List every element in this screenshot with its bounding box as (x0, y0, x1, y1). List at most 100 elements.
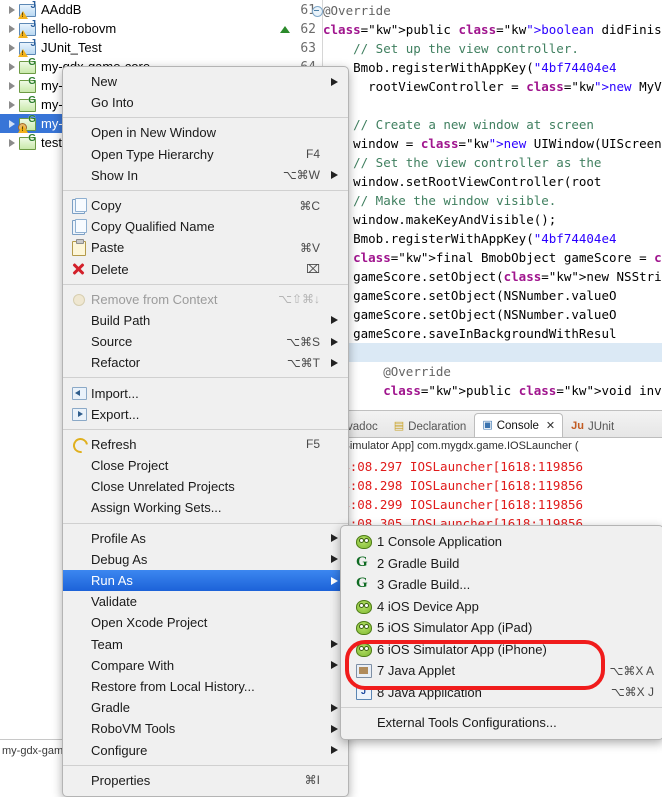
menu-item-label: Export... (91, 406, 140, 422)
expand-arrow-icon[interactable] (6, 76, 18, 95)
menu-item-configure[interactable]: Configure (63, 739, 348, 760)
menu-item-label: Refactor (91, 355, 141, 371)
expand-arrow-icon[interactable] (6, 133, 18, 152)
menu-item-label: New (91, 74, 118, 90)
menu-item-new[interactable]: New (63, 71, 348, 92)
tree-item-2[interactable]: J JUnit_Test (0, 38, 300, 57)
submenu-arrow-icon (329, 534, 339, 543)
expand-arrow-icon[interactable] (6, 114, 18, 133)
import-icon (71, 386, 87, 401)
submenu-arrow-icon (329, 661, 339, 670)
menu-item-shortcut: ⌧ (306, 262, 320, 277)
menu-item-run-as[interactable]: Run As (63, 569, 348, 592)
menu-item-validate[interactable]: Validate (63, 591, 348, 612)
menu-item-label: Properties (91, 772, 151, 788)
menu-item-label: Assign Working Sets... (91, 500, 222, 516)
menu-item-delete[interactable]: Delete ⌧ (63, 259, 348, 280)
menu-item-profile-as[interactable]: Profile As (63, 528, 348, 549)
run-as-item-7-java-applet[interactable]: 7 Java Applet ⌥⌘X A (341, 660, 662, 682)
menu-item-refactor[interactable]: Refactor ⌥⌘T (63, 352, 348, 373)
menu-item-show-in[interactable]: Show In ⌥⌘W (63, 165, 348, 186)
menu-separator (63, 117, 348, 119)
expand-arrow-icon[interactable] (6, 38, 18, 57)
menu-item-label: Delete (91, 261, 129, 277)
menu-item-shortcut: ⌥⌘S (286, 334, 320, 349)
menu-item-label: Debug As (91, 551, 148, 567)
project-context-menu[interactable]: New Go Into Open in New Window Open Type Hi… (62, 66, 349, 797)
menu-item-label: Close Project (91, 458, 169, 474)
menu-item-gradle[interactable]: Gradle (63, 697, 348, 718)
menu-item-open-in-new-window[interactable]: Open in New Window (63, 122, 348, 143)
tree-item-1[interactable]: Jhello-robovm (0, 19, 300, 38)
menu-separator (63, 764, 348, 766)
menu-item-shortcut: ⌘C (299, 198, 320, 213)
console-tab-label: Console (496, 419, 539, 432)
menu-item-go-into[interactable]: Go Into (63, 92, 348, 113)
menu-item-label: Refresh (91, 436, 137, 452)
menu-item-source[interactable]: Source ⌥⌘S (63, 331, 348, 352)
menu-item-refresh[interactable]: Refresh F5 (63, 434, 348, 457)
tree-item-0[interactable]: J AAddB (0, 0, 300, 19)
line-number-62: 62 (280, 20, 322, 39)
menu-item-restore-from-local-history[interactable]: Restore from Local History... (63, 676, 348, 697)
menu-item-copy-qualified-name[interactable]: Copy Qualified Name (63, 216, 348, 237)
menu-item-build-path[interactable]: Build Path (63, 310, 348, 331)
run-as-item-5-ios-simulator-app-ipad[interactable]: 5 iOS Simulator App (iPad) (341, 617, 662, 639)
menu-item-team[interactable]: Team (63, 634, 348, 655)
code-line-15: gameScore.setObject(NSNumber.valueO (323, 288, 617, 303)
menu-item-open-xcode-project[interactable]: Open Xcode Project (63, 612, 348, 633)
close-icon[interactable]: ✕ (546, 419, 555, 432)
menu-item-paste[interactable]: Paste ⌘V (63, 237, 348, 258)
run-as-item-1-console-application[interactable]: 1 Console Application (341, 531, 662, 553)
menu-item-robovm-tools[interactable]: RoboVM Tools (63, 718, 348, 739)
expand-arrow-icon[interactable] (6, 95, 18, 114)
menu-item-label: Source (91, 334, 133, 350)
editor-code-area[interactable]: @Override class="kw">public class="kw">bo… (323, 0, 662, 410)
run-as-item-2-gradle-build[interactable]: G 2 Gradle Build (341, 553, 662, 575)
menu-item-close-project[interactable]: Close Project (63, 455, 348, 476)
run-as-item-label: 1 Console Application (377, 534, 503, 550)
menu-item-label: Remove from Context (91, 291, 218, 307)
run-as-item-8-java-application[interactable]: 8 Java Application ⌥⌘X J (341, 682, 662, 704)
submenu-arrow-icon (329, 555, 339, 564)
menu-item-compare-with[interactable]: Compare With (63, 655, 348, 676)
menu-item-shortcut: ⌘I (304, 773, 320, 788)
copy-qualified-icon (71, 218, 87, 235)
menu-separator (63, 377, 348, 379)
run-as-item-label: 3 Gradle Build... (377, 577, 471, 593)
console-tab-console[interactable]: ▣ Console ✕ (474, 413, 564, 437)
menu-item-properties[interactable]: Properties ⌘I (63, 770, 348, 791)
expand-arrow-icon[interactable] (6, 19, 18, 38)
menu-item-assign-working-sets[interactable]: Assign Working Sets... (63, 497, 348, 518)
menu-item-shortcut: F5 (305, 437, 320, 452)
console-tab-declaration[interactable]: ▤ Declaration (386, 415, 475, 437)
run-as-item-4-ios-device-app[interactable]: 4 iOS Device App (341, 596, 662, 618)
declaration-icon: ▤ (393, 420, 405, 432)
menu-item-shortcut: ⌥⇧⌘↓ (278, 292, 320, 307)
submenu-arrow-icon (329, 77, 339, 86)
gradle-icon: G (356, 553, 368, 570)
run-as-item-label: 6 iOS Simulator App (iPhone) (377, 641, 547, 657)
run-as-item-3-gradle-build[interactable]: G 3 Gradle Build... (341, 574, 662, 596)
console-tab-label: Declaration (408, 420, 467, 433)
run-as-item-6-ios-simulator-app-iphone[interactable]: 6 iOS Simulator App (iPhone) (341, 639, 662, 661)
menu-item-export[interactable]: Export... (63, 404, 348, 425)
code-line-11: window.makeKeyAndVisible(); (323, 212, 557, 227)
gradle-project-icon: G (19, 77, 36, 93)
expand-arrow-icon[interactable] (6, 0, 18, 19)
bug-icon (355, 642, 372, 657)
menu-item-import[interactable]: Import... (63, 382, 348, 403)
console-tab-junit[interactable]: Ju JUnit (563, 415, 622, 437)
menu-item-open-type-hierarchy[interactable]: Open Type Hierarchy F4 (63, 144, 348, 165)
menu-item-copy[interactable]: Copy ⌘C (63, 195, 348, 216)
fold-toggle-icon[interactable] (312, 6, 323, 17)
run-as-submenu[interactable]: 1 Console Application G 2 Gradle Build G 3 G… (340, 525, 662, 740)
export-icon (71, 407, 87, 422)
menu-icon (355, 715, 372, 730)
menu-item-close-unrelated-projects[interactable]: Close Unrelated Projects (63, 476, 348, 497)
bug-icon (355, 620, 372, 636)
code-line-6: // Create a new window at screen (323, 117, 594, 132)
expand-arrow-icon[interactable] (6, 57, 18, 76)
menu-item-debug-as[interactable]: Debug As (63, 549, 348, 570)
run-as-external-tools-configurations[interactable]: External Tools Configurations... (341, 712, 662, 734)
